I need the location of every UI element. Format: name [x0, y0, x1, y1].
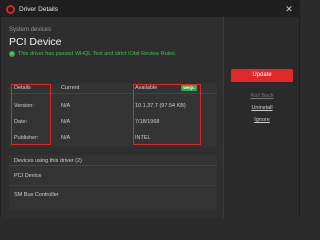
device-name: PCI Device — [9, 36, 62, 48]
driver-details-window: Driver Details ✕ System devices PCI Devi… — [0, 0, 300, 218]
list-item-pci-device: PCI Device — [14, 173, 42, 179]
column-header-current: Current — [61, 85, 80, 91]
uninstall-link[interactable]: Uninstall — [224, 105, 300, 111]
update-button[interactable]: Update — [231, 69, 293, 82]
available-column-highlight — [133, 84, 201, 145]
action-sidebar: Update Roll Back Uninstall Ignore — [223, 17, 299, 218]
check-circle-icon: ✓ — [9, 51, 15, 57]
title-bar: Driver Details ✕ — [1, 1, 299, 17]
list-item-sm-bus-controller: SM Bus Controller — [14, 192, 59, 198]
devices-using-header: Devices using this driver (2) — [9, 155, 217, 166]
device-category: System devices — [9, 27, 52, 33]
roll-back-link[interactable]: Roll Back — [224, 93, 300, 99]
current-version: N/A — [61, 103, 71, 109]
whql-status: ✓ This driver has passed WHQL Test and s… — [9, 51, 176, 57]
divider — [9, 185, 217, 186]
driver-booster-icon — [6, 4, 15, 14]
details-column-highlight — [11, 84, 51, 145]
close-icon[interactable]: ✕ — [284, 4, 294, 14]
devices-using-driver: Devices using this driver (2) PCI Device… — [9, 155, 217, 210]
details-table: Details Current Available WHQL Version: … — [9, 83, 217, 147]
window-title: Driver Details — [19, 5, 59, 13]
whql-status-text: This driver has passed WHQL Test and str… — [18, 51, 177, 57]
main-panel: System devices PCI Device ✓ This driver … — [1, 17, 223, 218]
ignore-link[interactable]: Ignore — [224, 117, 300, 123]
current-date: N/A — [61, 119, 71, 125]
devices-using-title: Devices using this driver (2) — [14, 158, 82, 164]
current-publisher: N/A — [61, 135, 71, 141]
